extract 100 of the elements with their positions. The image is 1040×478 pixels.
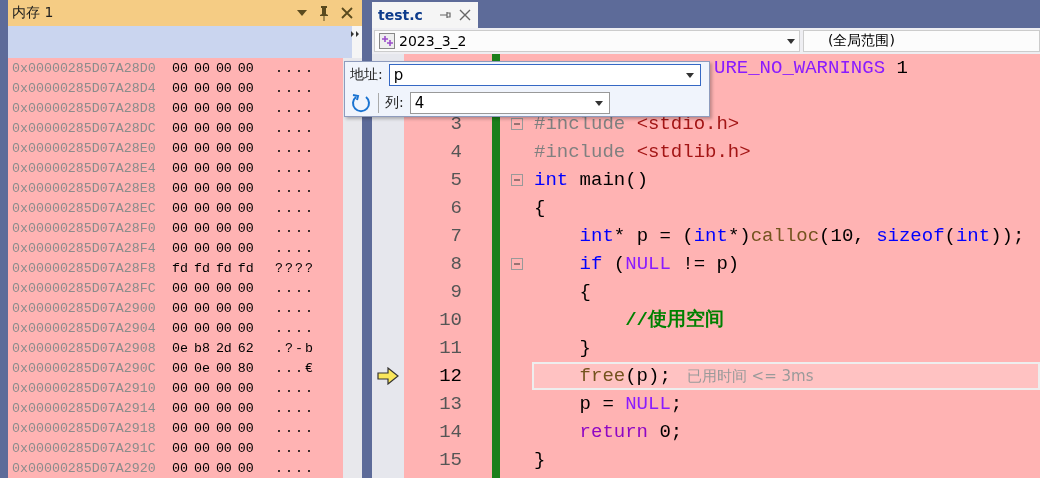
project-dropdown[interactable]: 2023_3_2	[374, 30, 800, 52]
code-line: p = NULL;	[578, 392, 684, 417]
close-icon[interactable]	[458, 9, 471, 21]
memory-bytes: 00 00 00 00	[172, 180, 255, 196]
code-line: if (NULL != p)	[578, 252, 741, 277]
memory-chars: ....	[275, 440, 315, 456]
memory-address: 0x00000285D07A291C	[12, 440, 157, 456]
line-number: 14	[439, 421, 462, 443]
dropdown-icon[interactable]	[296, 7, 308, 18]
line-number: 15	[439, 449, 462, 471]
line-number: 5	[450, 169, 462, 191]
project-icon	[379, 33, 395, 49]
line-number: 4	[450, 141, 462, 163]
memory-chars: ....	[275, 400, 315, 416]
line-number: 11	[439, 337, 462, 359]
collapse-icon[interactable]	[511, 174, 523, 186]
memory-address: 0x00000285D07A28D0	[12, 60, 157, 76]
line-number: 9	[450, 281, 462, 303]
code-line: #include <stdio.h>	[533, 112, 741, 137]
pin-icon[interactable]	[438, 10, 451, 20]
line-number: 6	[450, 197, 462, 219]
memory-chars: .?-b	[275, 340, 315, 356]
memory-bytes: 00 00 00 00	[172, 400, 255, 416]
columns-label: 列:	[385, 94, 404, 112]
code-line: }	[578, 336, 592, 361]
memory-address: 0x00000285D07A28E0	[12, 140, 157, 156]
line-number: 13	[439, 393, 462, 415]
memory-chars: ....	[275, 60, 315, 76]
memory-bytes: 00 00 00 00	[172, 200, 255, 216]
line-number: 3	[450, 113, 462, 135]
code-line: URE_NO_WARNINGS 1	[713, 56, 909, 81]
memory-bytes: 00 00 00 00	[172, 120, 255, 136]
columns-dropdown[interactable]: 4	[409, 92, 610, 114]
address-field[interactable]: p	[388, 64, 701, 86]
file-tab[interactable]: test.c	[372, 2, 478, 28]
code-line: int* p = (int*)calloc(10, sizeof(int));	[578, 224, 1026, 249]
memory-address: 0x00000285D07A28FC	[12, 280, 157, 296]
window-title: 内存 1	[12, 3, 55, 22]
memory-address: 0x00000285D07A2918	[12, 420, 157, 436]
elapsed-time-hint: 已用时间 <= 3ms	[686, 367, 814, 385]
memory-address: 0x00000285D07A290C	[12, 360, 157, 376]
memory-chars: ....	[275, 180, 315, 196]
overflow-icon[interactable]	[350, 29, 360, 38]
code-line: return 0;	[578, 420, 684, 445]
collapse-icon[interactable]	[511, 258, 523, 270]
memory-chars: ....	[275, 100, 315, 116]
memory-address: 0x00000285D07A2920	[12, 460, 157, 476]
memory-bytes: 00 00 00 00	[172, 80, 255, 96]
code-line: }	[533, 448, 547, 473]
memory-chars: ????	[275, 260, 315, 276]
memory-bytes: 00 00 00 00	[172, 100, 255, 116]
memory-chars: ....	[275, 160, 315, 176]
refresh-icon[interactable]	[350, 92, 372, 114]
memory-bytes: fd fd fd fd	[172, 260, 255, 276]
memory-bytes: 00 00 00 00	[172, 160, 255, 176]
scope-dropdown[interactable]: (全局范围)	[803, 30, 1040, 52]
collapse-icon[interactable]	[511, 118, 523, 130]
memory-address: 0x00000285D07A28E4	[12, 160, 157, 176]
memory-chars: ....	[275, 420, 315, 436]
execution-arrow-icon	[377, 367, 399, 385]
line-number: 12	[439, 365, 462, 387]
memory-address: 0x00000285D07A2900	[12, 300, 157, 316]
line-number: 8	[450, 253, 462, 275]
line-number: 10	[439, 309, 462, 331]
memory-chars: ....	[275, 300, 315, 316]
memory-address: 0x00000285D07A28DC	[12, 120, 157, 136]
memory-bytes: 00 00 00 00	[172, 300, 255, 316]
memory-bytes: 00 00 00 00	[172, 460, 255, 476]
close-icon[interactable]	[340, 5, 354, 20]
memory-address: 0x00000285D07A28F4	[12, 240, 157, 256]
memory-address: 0x00000285D07A28E8	[12, 180, 157, 196]
memory-bytes: 00 0e 00 80	[172, 360, 255, 376]
memory-bytes: 00 00 00 00	[172, 140, 255, 156]
code-line: //使用空间	[624, 307, 726, 333]
memory-chars: ....	[275, 220, 315, 236]
memory-bytes: 00 00 00 00	[172, 440, 255, 456]
memory-address: 0x00000285D07A2914	[12, 400, 157, 416]
memory-bytes: 00 00 00 00	[172, 380, 255, 396]
memory-chars: ....	[275, 80, 315, 96]
memory-chars: ....	[275, 200, 315, 216]
memory-bytes: 00 00 00 00	[172, 420, 255, 436]
memory-address: 0x00000285D07A28F8	[12, 260, 157, 276]
code-line: {	[533, 196, 547, 221]
memory-chars: ....	[275, 240, 315, 256]
memory-address: 0x00000285D07A28D4	[12, 80, 157, 96]
code-line: {	[578, 280, 592, 305]
line-number: 7	[450, 225, 462, 247]
caret-icon	[685, 72, 694, 78]
memory-address: 0x00000285D07A28EC	[12, 200, 157, 216]
memory-bytes: 00 00 00 00	[172, 220, 255, 236]
memory-chars: ....	[275, 460, 315, 476]
caret-icon	[594, 100, 603, 106]
memory-chars: ....	[275, 280, 315, 296]
memory-chars: ....	[275, 140, 315, 156]
caret-icon	[787, 38, 795, 44]
code-line: int main()	[533, 168, 650, 193]
address-label: 地址:	[350, 66, 383, 84]
memory-chars: ...€	[275, 360, 315, 376]
pin-icon[interactable]	[318, 4, 330, 21]
memory-bytes: 00 00 00 00	[172, 60, 255, 76]
